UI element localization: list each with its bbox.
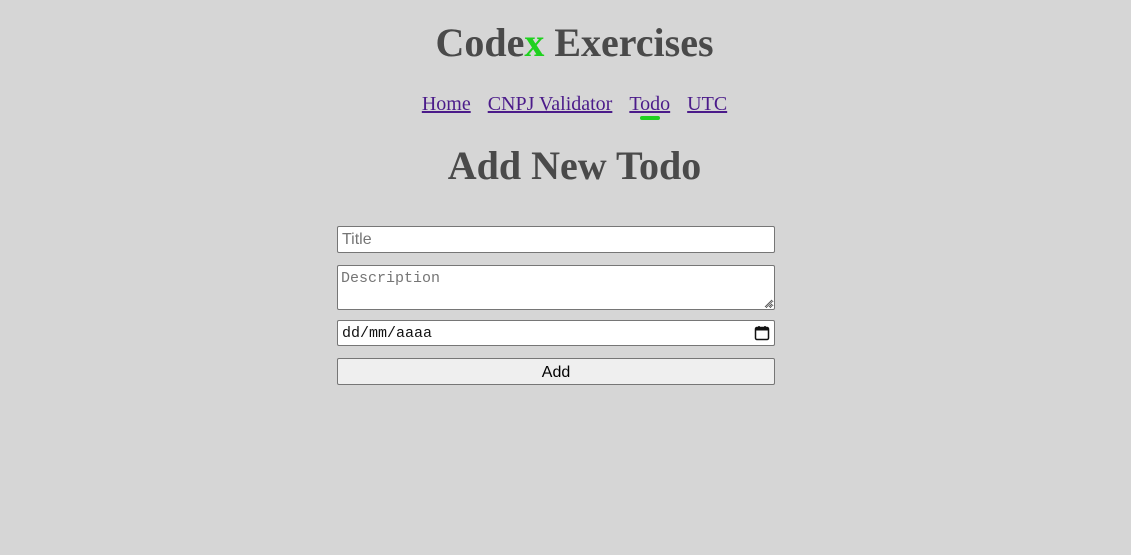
page-title: Add New Todo xyxy=(447,143,702,188)
brand-suffix: Exercises xyxy=(544,20,714,65)
brand-prefix: Code xyxy=(435,20,525,65)
add-todo-form: dd/mm/aaaa Add xyxy=(337,226,775,385)
calendar-icon[interactable] xyxy=(754,325,770,341)
title-input[interactable] xyxy=(337,226,775,253)
date-placeholder: dd/mm/aaaa xyxy=(342,324,433,342)
nav-link-cnpj-validator[interactable]: CNPJ Validator xyxy=(488,92,613,116)
nav-link-todo[interactable]: Todo xyxy=(629,92,670,116)
description-input[interactable] xyxy=(337,265,775,310)
due-date-input[interactable]: dd/mm/aaaa xyxy=(337,320,775,346)
site-title: Codex Exercises xyxy=(0,19,1131,67)
add-button[interactable]: Add xyxy=(337,358,775,385)
description-wrapper xyxy=(337,265,775,310)
resize-handle-icon[interactable] xyxy=(763,298,773,308)
brand-accent: x xyxy=(524,20,545,65)
main-nav: Home CNPJ Validator Todo UTC xyxy=(0,92,1131,116)
nav-link-utc[interactable]: UTC xyxy=(687,92,727,116)
nav-link-home[interactable]: Home xyxy=(422,92,471,116)
